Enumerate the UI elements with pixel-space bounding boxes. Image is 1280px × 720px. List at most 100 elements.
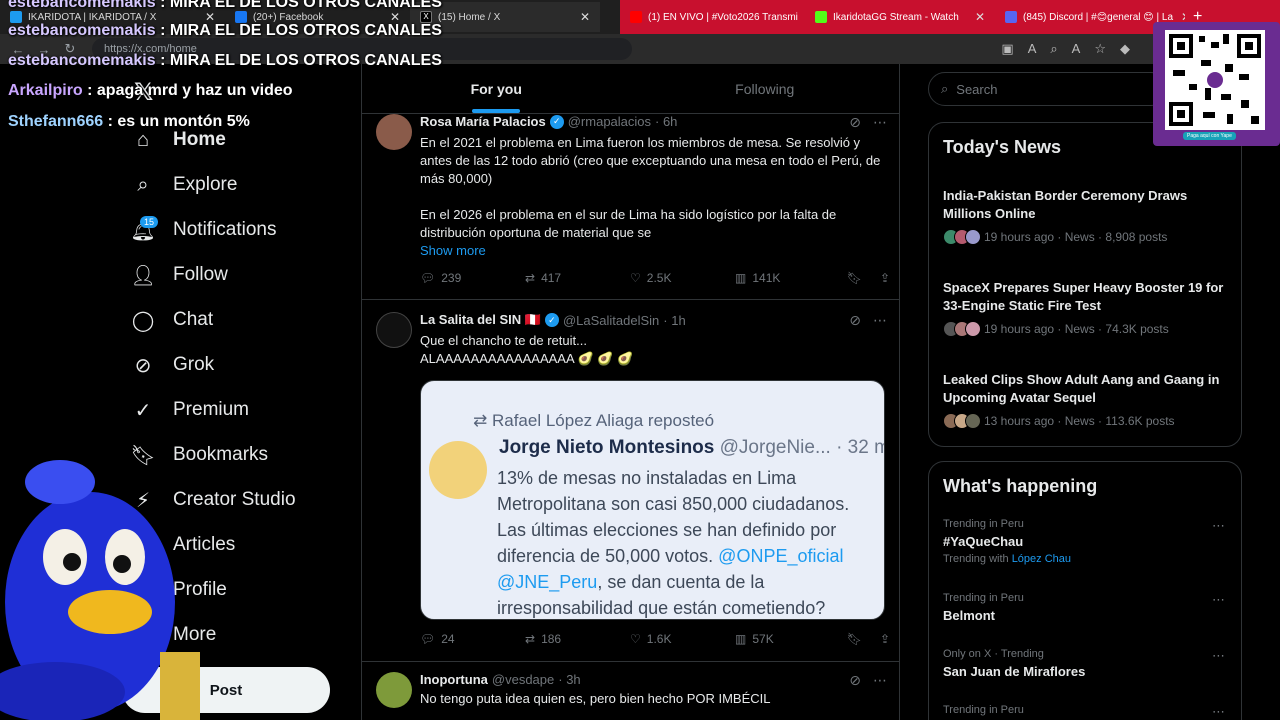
- tweet-handle[interactable]: @rmapalacios: [568, 114, 651, 129]
- avatars-group: [943, 413, 981, 429]
- views-button[interactable]: ▥ 141K: [735, 271, 840, 285]
- avatar[interactable]: [376, 114, 412, 150]
- avatar: [429, 441, 487, 499]
- tweet-actions: 💬︎ 24 ⇄ 186 ♡ 1.6K ▥ 57K 🔖︎ ⇪: [420, 632, 890, 646]
- tweet-time[interactable]: · 3h: [558, 672, 580, 687]
- more-icon[interactable]: ⋯: [1212, 518, 1225, 534]
- nav-follow[interactable]: 👤︎ Follow: [130, 255, 228, 295]
- premium-icon: ✓: [134, 399, 152, 422]
- browser-tab[interactable]: (1) EN VIVO | #Voto2026 Transmi ✕: [620, 2, 805, 32]
- extension-icon[interactable]: ▣: [1001, 41, 1013, 57]
- nav-chat[interactable]: ◯ Chat: [132, 300, 213, 340]
- zoom-icon[interactable]: ⌕: [1050, 41, 1057, 57]
- news-item[interactable]: SpaceX Prepares Super Heavy Booster 19 f…: [943, 279, 1233, 337]
- share-icon[interactable]: ⇪: [880, 632, 890, 646]
- trend-item[interactable]: Trending in Peru #YaQueChau Trending wit…: [943, 518, 1233, 565]
- close-icon[interactable]: ✕: [798, 10, 805, 24]
- avatars-group: [943, 321, 981, 337]
- reply-button[interactable]: 💬︎ 239: [420, 271, 525, 285]
- like-button[interactable]: ♡ 2.5K: [630, 271, 735, 285]
- nav-explore[interactable]: ⌕ Explore: [132, 165, 237, 205]
- repost-button[interactable]: ⇄ 186: [525, 632, 630, 646]
- close-icon[interactable]: ✕: [967, 10, 985, 24]
- chat-message: estebancomemakis : MIRA EL DE LOS OTROS …: [8, 22, 442, 39]
- more-icon[interactable]: ⋯: [873, 672, 887, 689]
- tweet-time[interactable]: · 1h: [663, 313, 685, 328]
- grok-icon[interactable]: ⊘: [849, 672, 861, 689]
- avatar[interactable]: [376, 672, 412, 708]
- tweet[interactable]: Inoportuna @vesdape · 3h ⊘ ⋯ No tengo pu…: [362, 662, 899, 720]
- tweet-image[interactable]: ⇄ Rafael López Aliaga reposteó Jorge Nie…: [420, 380, 885, 620]
- quote-author: Jorge Nieto Montesinos @JorgeNie... · 32…: [499, 437, 885, 458]
- chat-message: Arkailpiro : apaga mrd y haz un video: [8, 82, 293, 99]
- translate-icon[interactable]: A: [1028, 41, 1037, 57]
- notification-badge: 15: [140, 216, 159, 228]
- avatar[interactable]: [376, 312, 412, 348]
- trend-item[interactable]: Only on X · Trending San Juan de Miraflo…: [943, 648, 1233, 679]
- views-icon: ▥: [735, 632, 747, 646]
- extension-icons: ▣ A ⌕ A ☆ ◆: [1001, 41, 1130, 57]
- verified-icon: ✓: [544, 313, 559, 327]
- heart-icon: ♡: [630, 632, 641, 646]
- puzzle-icon[interactable]: ◆: [1120, 41, 1130, 57]
- quote-repost-line: ⇄ Rafael López Aliaga reposteó: [473, 411, 715, 430]
- search-icon: ⌕: [941, 81, 949, 96]
- grok-icon[interactable]: ⊘: [849, 312, 861, 329]
- bookmark-icon[interactable]: 🔖︎: [847, 271, 862, 285]
- search-icon: ⌕: [137, 173, 149, 196]
- qr-code-icon: [1165, 30, 1265, 130]
- views-button[interactable]: ▥ 57K: [735, 632, 840, 646]
- tweet[interactable]: La Salita del SIN 🇵🇪 ✓ @LaSalitadelSin ·…: [362, 300, 899, 662]
- todays-news-card: Today's News ⌃ India-Pakistan Border Cer…: [928, 122, 1242, 447]
- tweet-text: No tengo puta idea quien es, pero bien h…: [420, 691, 771, 706]
- tweet-menu: ⊘ ⋯: [849, 312, 887, 329]
- repost-button[interactable]: ⇄ 417: [525, 271, 630, 285]
- kick-icon: [815, 11, 827, 23]
- nav-premium[interactable]: ✓ Premium: [132, 390, 249, 430]
- reply-icon: 💬︎: [420, 632, 436, 646]
- news-item[interactable]: Leaked Clips Show Adult Aang and Gaang i…: [943, 371, 1233, 429]
- more-icon[interactable]: ⋯: [1212, 592, 1225, 608]
- views-icon: ▥: [735, 271, 747, 285]
- tweet-handle[interactable]: @LaSalitadelSin: [563, 313, 659, 328]
- repost-icon: ⇄: [525, 632, 536, 646]
- trend-item[interactable]: Trending in Peru ⋯: [943, 704, 1233, 720]
- tweet[interactable]: Rosa María Palacios ✓ @rmapalacios · 6h …: [362, 106, 899, 300]
- close-icon[interactable]: ✕: [572, 10, 590, 24]
- reader-icon[interactable]: A: [1072, 41, 1081, 57]
- browser-tab[interactable]: IkaridotaGG Stream - Watch ✕: [805, 2, 995, 32]
- tweet-author-name[interactable]: Inoportuna: [420, 672, 488, 687]
- like-button[interactable]: ♡ 1.6K: [630, 632, 735, 646]
- timeline: For you Following Rosa María Palacios ✓ …: [361, 64, 900, 720]
- more-icon[interactable]: ⋯: [1212, 704, 1225, 720]
- section-title: What's happening: [943, 476, 1098, 496]
- repost-icon: ⇄: [525, 271, 536, 285]
- avatars-group: [943, 229, 981, 245]
- search-input[interactable]: ⌕ Search: [928, 72, 1168, 106]
- reply-button[interactable]: 💬︎ 24: [420, 632, 525, 646]
- more-icon[interactable]: ⋯: [873, 312, 887, 329]
- nav-grok[interactable]: ⊘ Grok: [132, 345, 215, 385]
- trend-item[interactable]: Trending in Peru Belmont ⋯: [943, 592, 1233, 623]
- tweet-handle[interactable]: @vesdape: [492, 672, 554, 687]
- tweet-author-name[interactable]: Rosa María Palacios: [420, 114, 546, 129]
- star-icon[interactable]: ☆: [1094, 41, 1106, 57]
- news-item[interactable]: India-Pakistan Border Ceremony Draws Mil…: [943, 187, 1233, 245]
- heart-icon: ♡: [630, 271, 641, 285]
- reply-icon: 💬︎: [420, 271, 436, 285]
- show-more-link[interactable]: Show more: [420, 242, 890, 260]
- more-icon[interactable]: ⋯: [873, 114, 887, 131]
- grok-icon: ⊘: [134, 354, 152, 377]
- chat-icon: ◯: [131, 309, 155, 332]
- tweet-time[interactable]: · 6h: [655, 114, 677, 129]
- grok-icon[interactable]: ⊘: [849, 114, 861, 131]
- chat-message: Sthefann666 : es un montón 5%: [8, 113, 250, 130]
- tweet-author-name[interactable]: La Salita del SIN 🇵🇪: [420, 312, 541, 328]
- more-icon[interactable]: ⋯: [1212, 648, 1225, 664]
- quote-text: 13% de mesas no instaladas en Lima Metro…: [497, 468, 850, 618]
- section-title: Today's News: [943, 137, 1061, 157]
- tweet-actions: 💬︎ 239 ⇄ 417 ♡ 2.5K ▥ 141K 🔖︎ ⇪: [420, 271, 890, 285]
- bookmark-icon[interactable]: 🔖︎: [847, 632, 862, 646]
- add-user-icon: 👤︎: [130, 264, 156, 287]
- share-icon[interactable]: ⇪: [880, 271, 890, 285]
